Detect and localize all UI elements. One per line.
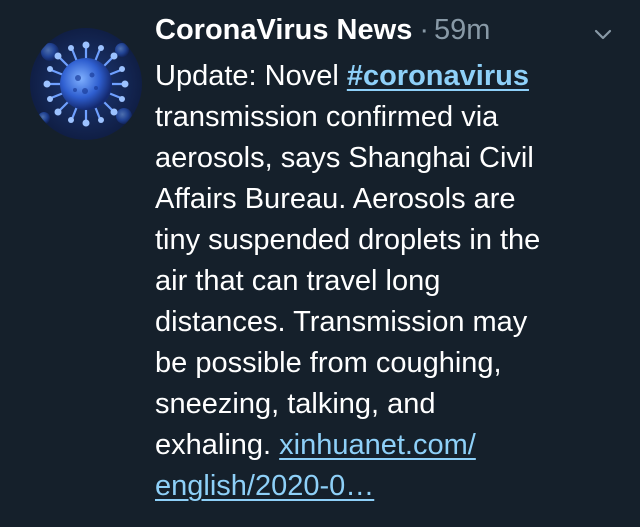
tweet-line: exhaling. xinhuanet.com/ [155, 425, 625, 466]
avatar[interactable] [30, 28, 142, 140]
tweet-line: air that can travel long [155, 265, 441, 297]
author-name[interactable]: CoronaVirus News [155, 14, 412, 47]
tweet-line: tiny suspended droplets in the [155, 224, 541, 256]
tweet-line: english/2020-0… [155, 466, 625, 507]
url-link-continued[interactable]: english/2020-0… [155, 470, 374, 502]
tweet-text: exhaling. [155, 429, 280, 461]
tweet-line: be possible from coughing, [155, 347, 502, 379]
tweet-body: Update: Novel #coronavirus transmission … [155, 56, 625, 507]
hashtag-link[interactable]: #coronavirus [347, 60, 529, 92]
url-link[interactable]: xinhuanet.com/ [279, 429, 476, 461]
tweet-line: Affairs Bureau. Aerosols are [155, 183, 516, 215]
tweet-header: CoronaVirus News · 59m [155, 14, 625, 58]
tweet-line: distances. Transmission may [155, 306, 528, 338]
coronavirus-avatar-icon [30, 28, 142, 140]
tweet-line: aerosols, says Shanghai Civil [155, 142, 534, 174]
tweet-content: CoronaVirus News · 59m Update: Novel #co… [155, 14, 625, 507]
chevron-down-icon[interactable] [593, 28, 613, 42]
separator-dot: · [419, 14, 429, 46]
tweet-text: Update: Novel [155, 60, 347, 92]
tweet[interactable]: CoronaVirus News · 59m Update: Novel #co… [0, 0, 640, 527]
timestamp[interactable]: 59m [434, 14, 490, 47]
tweet-line: transmission confirmed via [155, 101, 499, 133]
tweet-line: sneezing, talking, and [155, 388, 436, 420]
tweet-line: Update: Novel #coronavirus [155, 56, 625, 97]
